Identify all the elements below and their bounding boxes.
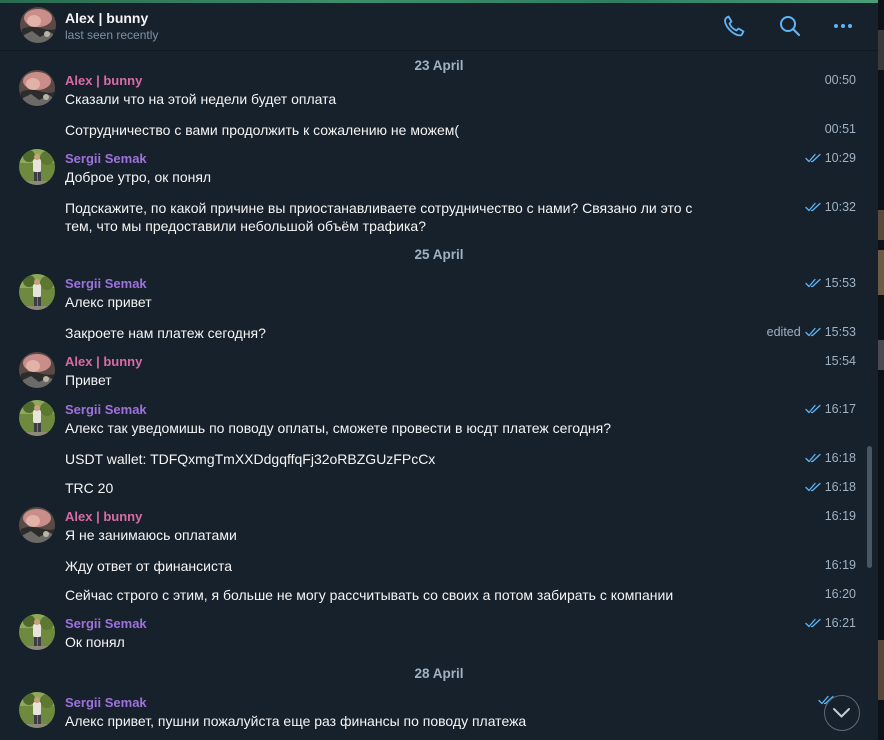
phone-icon[interactable] [721,13,747,39]
sender-name[interactable]: Sergii Semak [65,402,147,417]
message-text: Доброе утро, ок понял [65,169,212,185]
message-text: Сотрудничество с вами продолжить к сожал… [65,122,460,138]
window-edge [878,210,884,240]
avatar[interactable] [19,692,55,728]
message-time: 16:18 [805,451,856,465]
message-text: Алекс привет [65,294,152,310]
double-check-icon [805,327,822,337]
avatar[interactable] [19,400,55,436]
message-time: 16:17 [805,402,856,416]
double-check-icon [805,153,822,163]
avatar[interactable] [19,274,55,310]
double-check-icon [805,482,822,492]
sender-name[interactable]: Sergii Semak [65,151,147,166]
avatar[interactable] [19,507,55,543]
message-time: 15:53 [805,276,856,290]
date-separator: 28 April [414,666,464,681]
chevron-down-icon [833,708,850,718]
message-text: Подскажите, по какой причине вы приостан… [65,200,693,234]
message-time: edited 15:53 [766,325,856,339]
date-separator: 23 April [414,58,464,73]
window-edge [878,640,884,700]
double-check-icon [805,404,822,414]
message-text: Сказали что на этой недели будет оплата [65,91,337,107]
double-check-icon [805,618,822,628]
avatar[interactable] [19,352,55,388]
avatar[interactable] [19,149,55,185]
message-time: 16:20 [824,587,856,601]
message-time: 16:19 [824,558,856,572]
message-time: 10:29 [805,151,856,165]
message-text: Алекс так уведомишь по поводу оплаты, см… [65,420,612,436]
avatar[interactable] [19,614,55,650]
sender-name[interactable]: Alex | bunny [65,509,142,524]
window-edge [878,0,884,740]
chat-title[interactable]: Alex | bunny [65,10,148,26]
more-icon[interactable] [830,13,856,39]
scroll-down-button[interactable] [824,695,860,731]
message-text: Привет [65,372,112,388]
message-list[interactable]: 23 April Alex | bunny Сказали что на это… [0,52,878,740]
double-check-icon [805,453,822,463]
message-time: 00:51 [824,122,856,136]
message-time: 16:21 [805,616,856,630]
sender-name[interactable]: Sergii Semak [65,616,147,631]
scrollbar[interactable] [867,446,872,568]
sender-name[interactable]: Alex | bunny [65,73,142,88]
message-text: TRC 20 [65,480,114,496]
chat-status: last seen recently [65,28,159,42]
date-separator: 25 April [414,247,464,262]
message-text: Закроете нам платеж сегодня? [65,325,266,341]
message-time: 15:54 [824,354,856,368]
message-text: USDT wallet: TDFQxmgTmXXDdgqffqFj32oRBZG… [65,451,436,467]
window-edge [878,340,884,370]
message-text: Ок понял [65,634,125,650]
message-text: Алекс привет, пушни пожалуйста еще раз ф… [65,713,527,729]
message-text: Сейчас строго с этим, я больше не могу р… [65,587,674,603]
edited-label: edited [766,325,801,339]
double-check-icon [805,202,822,212]
avatar[interactable] [19,70,55,106]
sender-name[interactable]: Sergii Semak [65,276,147,291]
window-edge [878,30,884,70]
sender-name[interactable]: Alex | bunny [65,354,142,369]
message-text: Жду ответ от финансиста [65,558,233,574]
message-time: 16:19 [824,509,856,523]
message-time: 00:50 [824,73,856,87]
window-edge [878,250,884,295]
message-text: Я не занимаюсь оплатами [65,527,237,543]
message-time: 10:32 [805,200,856,214]
avatar[interactable] [20,7,56,43]
double-check-icon [805,278,822,288]
search-icon[interactable] [777,13,803,39]
sender-name[interactable]: Sergii Semak [65,695,147,710]
message-time: 16:18 [805,480,856,494]
chat-header: Alex | bunny last seen recently [0,3,878,51]
